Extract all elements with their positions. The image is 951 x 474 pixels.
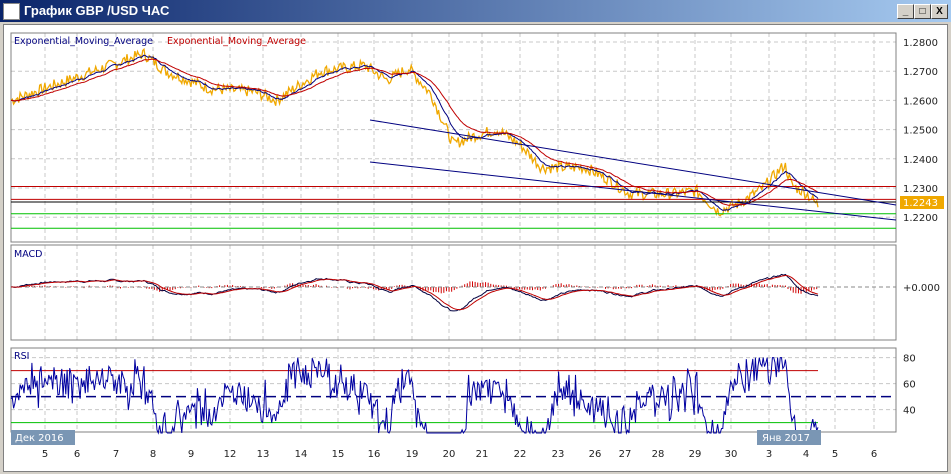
- ema-slow-legend: Exponential_Moving_Average: [167, 36, 306, 47]
- x-tick-label: 4: [803, 449, 809, 460]
- x-tick-label: 6: [871, 449, 877, 460]
- x-tick-label: 29: [689, 449, 702, 460]
- price-tick: 1.2800: [903, 38, 938, 49]
- x-tick-label: 5: [832, 449, 838, 460]
- macd-line: [10, 273, 819, 312]
- x-tick-label: 15: [332, 449, 345, 460]
- x-tick-label: 6: [74, 449, 80, 460]
- rsi-tick: 80: [903, 354, 916, 365]
- month-label-jan-text: Янв 2017: [762, 433, 810, 444]
- rsi-tick: 40: [903, 406, 916, 417]
- x-tick-label: 12: [224, 449, 237, 460]
- chart-canvas[interactable]: 1.2800 1.2700 1.2600 1.2500 1.2400 1.2300 1.22…: [0, 0, 951, 474]
- last-price-text: 1.2243: [903, 198, 938, 209]
- x-tick-label: 23: [552, 449, 565, 460]
- macd-signal-line: [11, 275, 819, 311]
- x-tick-label: 16: [368, 449, 381, 460]
- x-tick-label: 7: [113, 449, 119, 460]
- month-label-dec-text: Дек 2016: [15, 433, 64, 444]
- x-tick-label: 27: [619, 449, 632, 460]
- rsi-line: [10, 357, 819, 435]
- x-tick-label: 30: [725, 449, 738, 460]
- price-tick: 1.2500: [903, 126, 938, 137]
- x-tick-label: 22: [514, 449, 527, 460]
- x-tick-label: 13: [257, 449, 270, 460]
- rsi-tick: 60: [903, 380, 916, 391]
- price-tick: 1.2200: [903, 213, 938, 224]
- x-tick-label: 21: [476, 449, 489, 460]
- x-tick-label: 9: [188, 449, 194, 460]
- x-tick-label: 28: [652, 449, 665, 460]
- price-tick: 1.2400: [903, 155, 938, 166]
- x-tick-label: 26: [589, 449, 602, 460]
- price-tick: 1.2300: [903, 184, 938, 195]
- ema-fast-legend: Exponential_Moving_Average: [14, 36, 153, 47]
- x-tick-label: 19: [406, 449, 419, 460]
- x-tick-label: 5: [42, 449, 48, 460]
- rsi-legend: RSI: [14, 351, 29, 362]
- x-tick-label: 14: [295, 449, 308, 460]
- ema-slow-line: [10, 58, 819, 206]
- x-tick-label: 3: [766, 449, 772, 460]
- macd-tick: +0.000: [903, 283, 940, 294]
- macd-panel: [10, 244, 897, 341]
- x-tick-label: 8: [150, 449, 156, 460]
- x-tick-label: 20: [443, 449, 456, 460]
- price-tick: 1.2600: [903, 96, 938, 107]
- price-tick: 1.2700: [903, 67, 938, 78]
- macd-legend: MACD: [14, 249, 42, 260]
